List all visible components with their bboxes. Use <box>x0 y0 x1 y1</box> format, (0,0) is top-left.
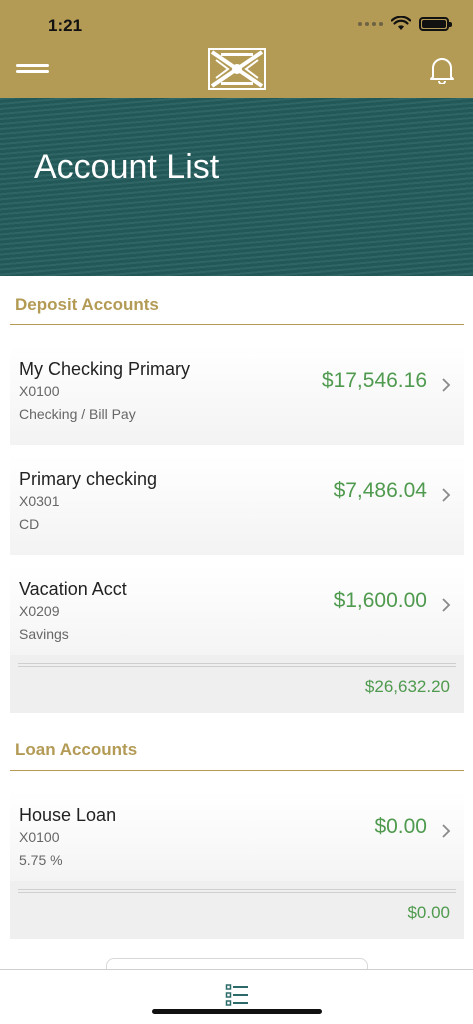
chevron-right-icon <box>442 824 451 838</box>
bell-icon[interactable] <box>429 56 455 84</box>
account-row[interactable]: My Checking Primary X0100 Checking / Bil… <box>10 345 464 445</box>
account-name: My Checking Primary <box>19 359 191 379</box>
total-divider <box>18 889 456 893</box>
list-icon[interactable] <box>225 983 249 1007</box>
bank-logo <box>208 48 266 90</box>
wifi-icon <box>391 16 411 30</box>
account-number: X0301 <box>19 493 60 509</box>
account-number: X0209 <box>19 603 60 619</box>
account-name: House Loan <box>19 805 117 825</box>
section-header-loan: Loan Accounts <box>15 740 138 759</box>
account-name: Vacation Acct <box>19 579 127 599</box>
top-bar: 1:21 <box>0 0 473 98</box>
loan-total-row: $0.00 <box>10 881 464 939</box>
deposit-total-row: $26,632.20 <box>10 655 464 713</box>
account-balance: $1,600.00 <box>333 589 427 612</box>
battery-icon <box>419 16 452 31</box>
loan-total: $0.00 <box>407 903 450 922</box>
account-type: Savings <box>19 626 69 642</box>
account-number: X0100 <box>19 383 60 399</box>
chevron-right-icon <box>442 598 451 612</box>
account-type: CD <box>19 516 40 532</box>
account-name: Primary checking <box>19 469 158 489</box>
account-number: X0100 <box>19 829 60 845</box>
account-balance: $17,546.16 <box>321 369 427 392</box>
chevron-right-icon <box>442 378 451 392</box>
page-title: Account List <box>34 148 220 186</box>
section-header-deposit: Deposit Accounts <box>15 295 159 314</box>
status-icons <box>358 16 452 31</box>
account-row[interactable]: Vacation Acct X0209 Savings $1,600.00 <box>10 565 464 665</box>
deposit-total: $26,632.20 <box>364 677 450 696</box>
home-indicator <box>152 1009 322 1014</box>
account-rate: 5.75 % <box>19 852 63 868</box>
signal-icon <box>358 21 383 26</box>
account-row[interactable]: House Loan X0100 5.75 % $0.00 <box>10 791 464 891</box>
status-time: 1:21 <box>48 16 83 35</box>
section-divider <box>10 770 464 771</box>
hamburger-icon[interactable] <box>16 64 49 76</box>
account-type: Checking / Bill Pay <box>19 406 136 422</box>
account-row[interactable]: Primary checking X0301 CD $7,486.04 <box>10 455 464 555</box>
hero-banner <box>0 98 473 276</box>
account-balance: $7,486.04 <box>333 479 427 502</box>
chevron-right-icon <box>442 488 451 502</box>
total-divider <box>18 663 456 667</box>
section-divider <box>10 324 464 325</box>
account-balance: $0.00 <box>374 815 427 838</box>
